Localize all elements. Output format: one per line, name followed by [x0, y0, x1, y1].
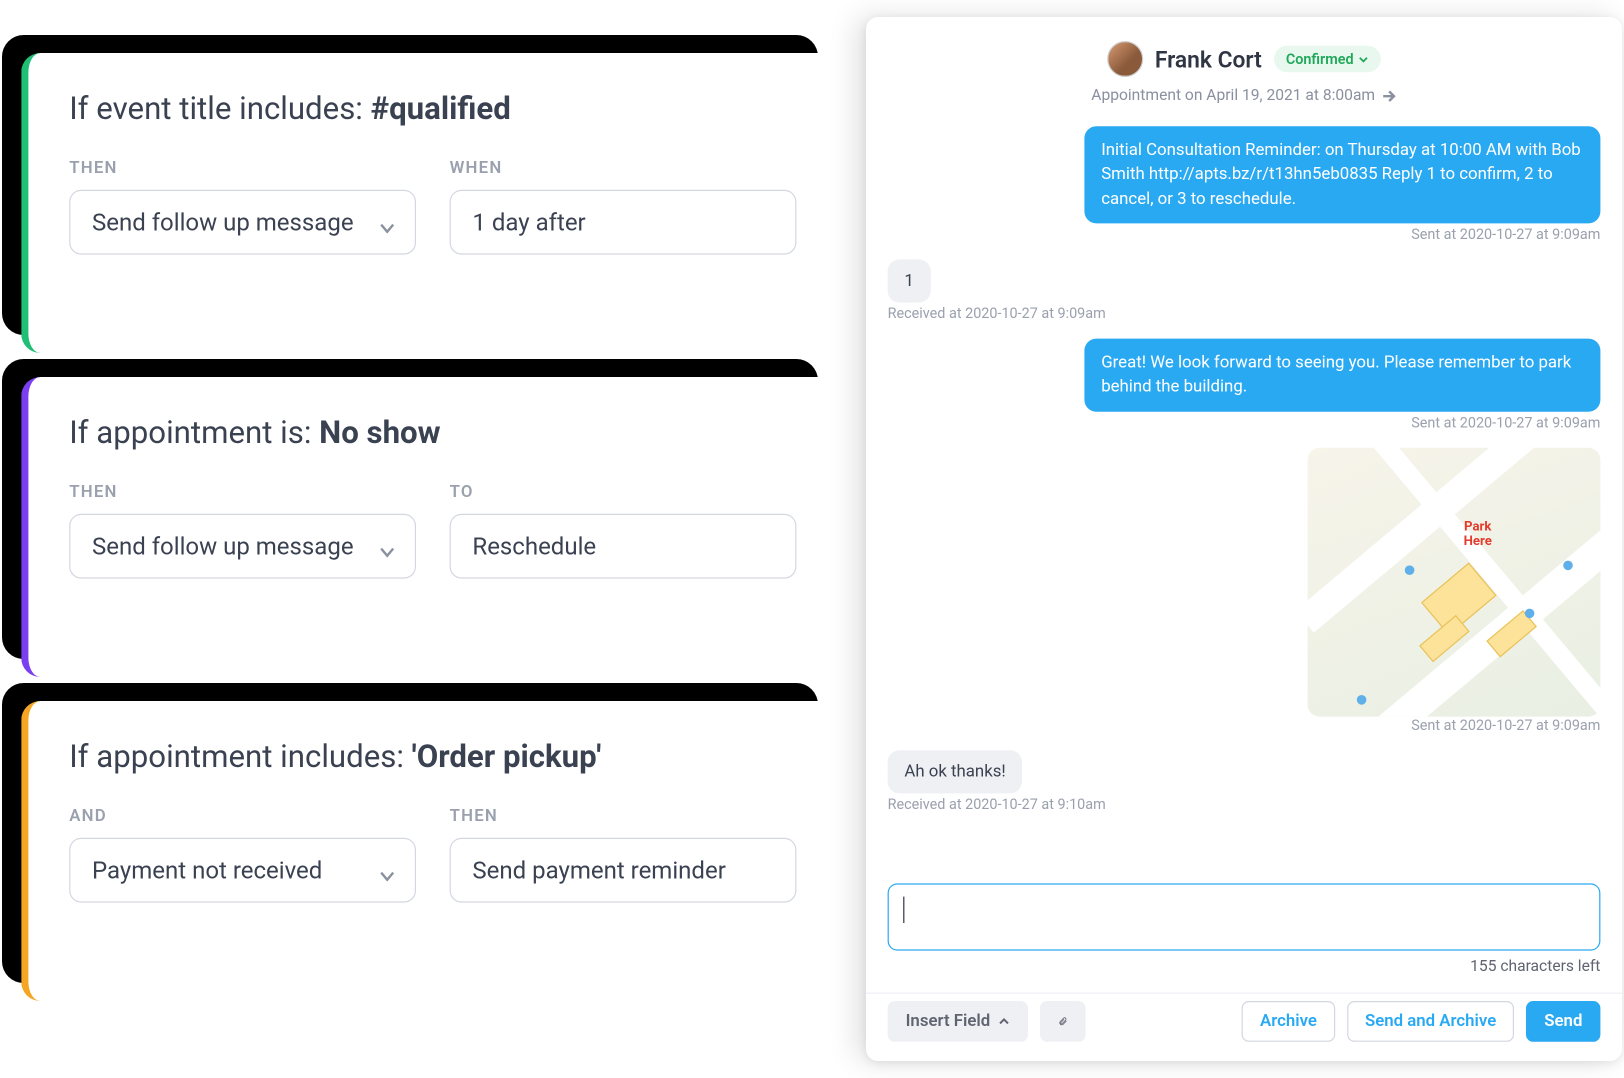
message-meta: Received at 2020-10-27 at 9:09am: [888, 305, 1601, 322]
rule-label: TO: [450, 483, 797, 502]
message-meta: Sent at 2020-10-27 at 9:09am: [888, 716, 1601, 733]
chevron-up-icon: [997, 1015, 1009, 1027]
rule-label: THEN: [450, 807, 797, 826]
rule-title: If appointment includes: 'Order pickup': [69, 739, 796, 775]
status-badge[interactable]: Confirmed: [1274, 46, 1381, 72]
message-incoming: Ah ok thanks!: [888, 750, 1023, 794]
paperclip-icon: [1057, 1012, 1067, 1031]
char-counter: 155 characters left: [888, 958, 1601, 976]
text-cursor: [903, 897, 904, 923]
avatar: [1107, 41, 1143, 77]
attach-button[interactable]: [1039, 1001, 1085, 1042]
rule-title: If event title includes: #qualified: [69, 91, 796, 127]
message-outgoing: Initial Consultation Reminder: on Thursd…: [1084, 126, 1600, 223]
rule-label: WHEN: [450, 159, 797, 178]
rule-card: If appointment is: No show THEN Send fol…: [21, 377, 837, 677]
to-select[interactable]: Reschedule: [450, 514, 797, 579]
message-meta: Received at 2020-10-27 at 9:10am: [888, 796, 1601, 813]
chevron-down-icon: [379, 214, 396, 231]
insert-field-button[interactable]: Insert Field: [888, 1001, 1028, 1042]
archive-button[interactable]: Archive: [1242, 1001, 1335, 1042]
chevron-down-icon: [379, 538, 396, 555]
compose-input[interactable]: [888, 883, 1601, 950]
chevron-down-icon: [379, 862, 396, 879]
rule-card: If event title includes: #qualified THEN…: [21, 53, 837, 353]
message-map[interactable]: ParkHere: [1308, 448, 1601, 717]
rule-title: If appointment is: No show: [69, 415, 796, 451]
rule-label: THEN: [69, 159, 416, 178]
contact-name: Frank Cort: [1155, 45, 1262, 73]
then-select[interactable]: Send follow up message: [69, 190, 416, 255]
and-select[interactable]: Payment not received: [69, 838, 416, 903]
appointment-line[interactable]: Appointment on April 19, 2021 at 8:00am: [1091, 87, 1396, 105]
when-select[interactable]: 1 day after: [450, 190, 797, 255]
rule-card: If appointment includes: 'Order pickup' …: [21, 701, 837, 1001]
message-meta: Sent at 2020-10-27 at 9:09am: [888, 226, 1601, 243]
message-incoming: 1: [888, 259, 931, 303]
then-select[interactable]: Send payment reminder: [450, 838, 797, 903]
message-outgoing: Great! We look forward to seeing you. Pl…: [1084, 339, 1600, 412]
then-select[interactable]: Send follow up message: [69, 514, 416, 579]
send-and-archive-button[interactable]: Send and Archive: [1347, 1001, 1514, 1042]
send-button[interactable]: Send: [1526, 1001, 1600, 1042]
message-meta: Sent at 2020-10-27 at 9:09am: [888, 414, 1601, 431]
chevron-down-icon: [1358, 54, 1369, 65]
map-label: ParkHere: [1464, 520, 1492, 549]
chat-panel: Frank Cort Confirmed Appointment on Apri…: [866, 17, 1622, 1061]
arrow-right-icon: [1382, 88, 1396, 102]
rule-label: THEN: [69, 483, 416, 502]
rule-label: AND: [69, 807, 416, 826]
